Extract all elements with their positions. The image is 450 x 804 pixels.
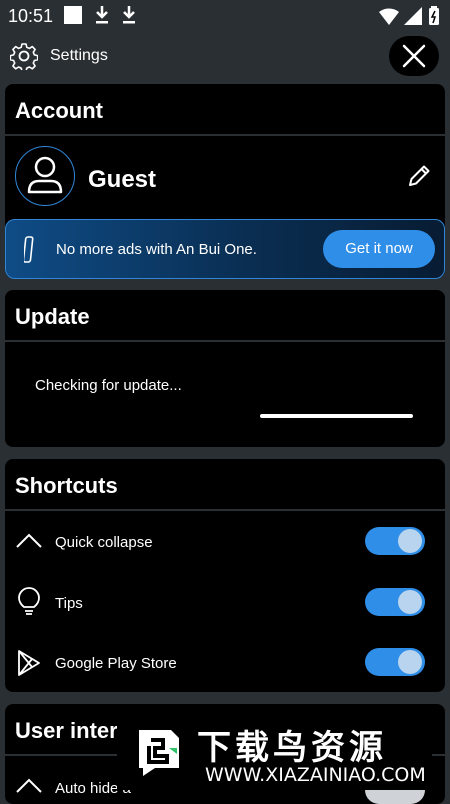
pencil-icon[interactable] bbox=[405, 162, 433, 190]
update-progress-bar bbox=[260, 414, 413, 418]
watermark-title: 下载鸟资源 bbox=[197, 728, 387, 768]
divider bbox=[5, 134, 445, 136]
wifi-icon bbox=[379, 8, 399, 25]
tips-toggle[interactable] bbox=[365, 588, 425, 616]
quick-collapse-toggle[interactable] bbox=[365, 527, 425, 555]
status-icons bbox=[379, 6, 439, 25]
close-button[interactable] bbox=[389, 36, 439, 76]
user-name: Guest bbox=[88, 166, 157, 193]
status-time: 10:51 bbox=[8, 6, 54, 26]
close-icon bbox=[402, 44, 426, 68]
status-bar: 10:51 bbox=[0, 0, 450, 32]
promo-banner: No more ads with An Bui One. Get it now bbox=[5, 219, 445, 279]
shortcut-label: Google Play Store bbox=[55, 655, 177, 672]
watermark-url: WWW.XIAZAINIAO.COM bbox=[205, 764, 426, 786]
signal-icon bbox=[404, 7, 422, 25]
header: Settings bbox=[0, 32, 450, 80]
shortcuts-card: Shortcuts Quick collapse Tips Google Pla… bbox=[5, 459, 445, 692]
bird-logo-icon bbox=[139, 730, 179, 776]
watermark: 下载鸟资源 WWW.XIAZAINIAO.COM bbox=[117, 712, 432, 790]
account-title: Account bbox=[15, 98, 103, 123]
promo-text: No more ads with An Bui One. bbox=[56, 241, 257, 258]
update-status: Checking for update... bbox=[35, 377, 182, 394]
user-avatar-icon bbox=[27, 156, 63, 194]
chevron-up-icon bbox=[16, 778, 42, 793]
divider bbox=[5, 509, 445, 511]
lightbulb-icon bbox=[18, 587, 40, 615]
google-play-toggle[interactable] bbox=[365, 648, 425, 676]
play-store-icon bbox=[18, 650, 40, 676]
update-card: Update Checking for update... bbox=[5, 290, 445, 447]
download-icon bbox=[123, 6, 135, 24]
shortcut-label: Tips bbox=[55, 595, 83, 612]
chevron-up-icon bbox=[16, 533, 42, 548]
update-title: Update bbox=[15, 304, 90, 329]
user-interface-title: User interf bbox=[15, 718, 126, 743]
promo-card-icon bbox=[24, 236, 34, 263]
notification-icon bbox=[64, 6, 82, 24]
gear-icon[interactable] bbox=[10, 42, 38, 70]
shortcuts-title: Shortcuts bbox=[15, 473, 118, 498]
get-it-now-button[interactable]: Get it now bbox=[323, 230, 435, 268]
divider bbox=[5, 340, 445, 342]
avatar[interactable] bbox=[15, 146, 75, 206]
page-title: Settings bbox=[50, 47, 108, 64]
download-icon bbox=[96, 6, 108, 24]
shortcut-label: Quick collapse bbox=[55, 534, 153, 551]
